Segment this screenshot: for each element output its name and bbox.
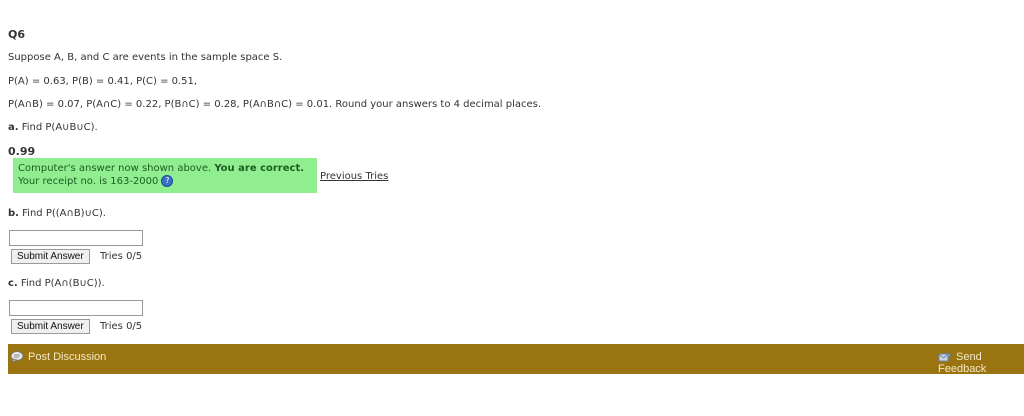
receipt-line: Your receipt no. is 163-2000? <box>18 175 312 188</box>
previous-tries-link[interactable]: Previous Tries <box>320 171 388 182</box>
part-c-question: Find P(A∩(B∪C)). <box>20 278 105 289</box>
correct-feedback-box: Computer's answer now shown above. You a… <box>13 158 317 193</box>
part-b-tries: Tries 0/5 <box>100 251 143 262</box>
feedback-correct: You are correct. <box>214 163 305 174</box>
part-c-submit-button[interactable]: Submit Answer <box>11 319 90 334</box>
discussion-bar: Post Discussion Send Feedback <box>8 344 1024 375</box>
part-c-prompt: c. Find P(A∩(B∪C)). <box>8 278 105 289</box>
send-feedback-icon <box>938 351 952 362</box>
part-b-answer-input[interactable] <box>9 230 143 246</box>
part-b-prompt: b. Find P((A∩B)∪C). <box>8 208 106 219</box>
part-c-label: c. <box>8 278 18 289</box>
post-discussion-label: Post Discussion <box>28 351 107 363</box>
help-icon[interactable]: ? <box>161 175 174 187</box>
part-a-answer: 0.99 <box>8 145 36 158</box>
probabilities-line-2: P(A∩B) = 0.07, P(A∩C) = 0.22, P(B∩C) = 0… <box>8 99 542 110</box>
part-b-submit-button[interactable]: Submit Answer <box>11 249 90 264</box>
part-b-label: b. <box>8 208 19 219</box>
part-c-tries: Tries 0/5 <box>100 321 143 332</box>
question-intro: Suppose A, B, and C are events in the sa… <box>8 52 283 63</box>
probabilities-line-1: P(A) = 0.63, P(B) = 0.41, P(C) = 0.51, <box>8 76 198 87</box>
part-a-label: a. <box>8 122 19 133</box>
receipt-text: Your receipt no. is 163-2000 <box>18 176 159 187</box>
part-b-question: Find P((A∩B)∪C). <box>22 208 106 219</box>
speech-bubble-icon <box>10 351 24 363</box>
feedback-text: Computer's answer now shown above. <box>18 163 215 174</box>
part-a-prompt: a. Find P(A∪B∪C). <box>8 122 98 133</box>
feedback-line: Computer's answer now shown above. You a… <box>18 162 312 175</box>
part-c-answer-input[interactable] <box>9 300 143 316</box>
post-discussion-link[interactable]: Post Discussion <box>10 351 106 363</box>
send-feedback-link[interactable]: Send Feedback <box>938 351 1024 375</box>
part-a-question: Find P(A∪B∪C). <box>21 122 98 133</box>
question-number: Q6 <box>8 28 26 41</box>
